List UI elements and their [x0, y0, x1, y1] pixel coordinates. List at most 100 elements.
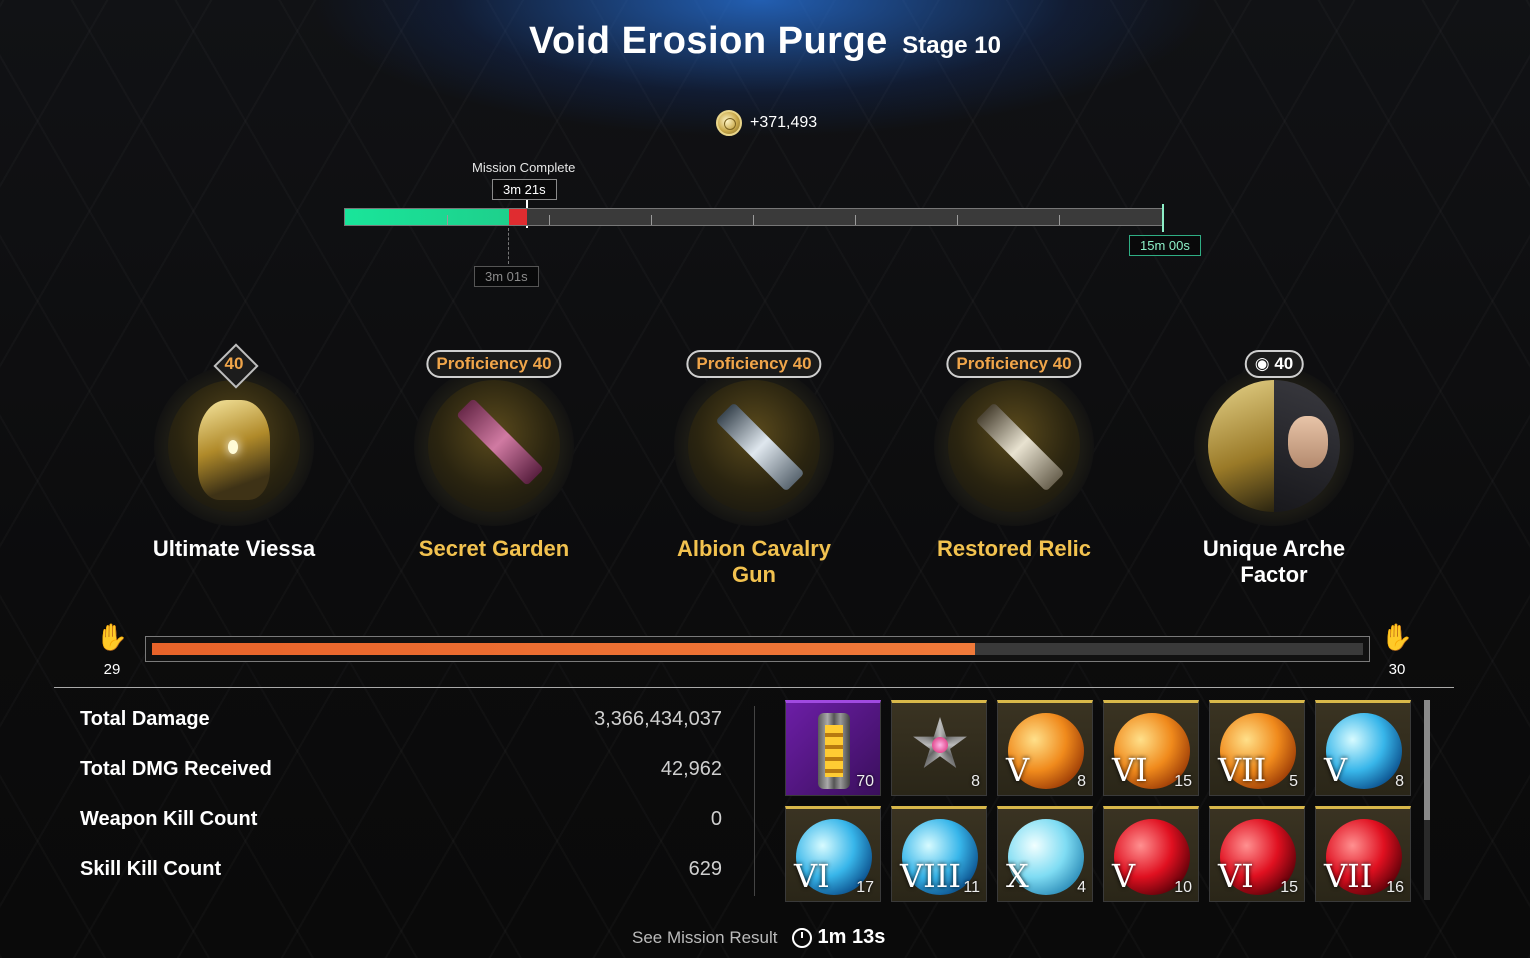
stat-row: Total DMG Received 42,962: [80, 758, 722, 781]
stat-value: 0: [710, 808, 722, 830]
reward-count: 15: [1280, 879, 1298, 896]
reward-count: 15: [1174, 773, 1192, 790]
helmet-eye: [228, 440, 238, 454]
descendant-portrait: 40: [154, 343, 314, 526]
arche-name: Unique Arche Factor: [1202, 536, 1346, 587]
reward-count: 8: [1395, 773, 1404, 790]
secret-garden-gun-icon: [456, 398, 544, 486]
reward-amount: +371,493: [750, 114, 818, 131]
reward-item[interactable]: VII 5: [1209, 700, 1305, 796]
tick: [651, 215, 652, 225]
mastery-track: [152, 643, 1363, 655]
mastery-hand-icon-next: ✋: [1380, 622, 1414, 652]
proficiency-badge: Proficiency 40: [426, 350, 562, 378]
reward-tier: VII: [1218, 751, 1267, 789]
stat-label: Total DMG Received: [80, 758, 272, 780]
mission-complete-label: Mission Complete: [472, 160, 576, 175]
arche-level-badge: ◉ 40: [1244, 350, 1304, 378]
loadout-arche-factor[interactable]: ◉ 40 Unique Arche Factor: [1184, 350, 1364, 588]
reward-tier: VI: [1218, 857, 1254, 895]
reward-tier: VI: [794, 857, 830, 895]
reward-tier: VI: [1112, 751, 1148, 789]
proficiency-badge: Proficiency 40: [686, 350, 822, 378]
tick: [549, 215, 550, 225]
reward-item[interactable]: VII 16: [1315, 806, 1411, 902]
arche-image: [1208, 380, 1340, 512]
weapon-image: [948, 380, 1080, 512]
time-progress-fill: [345, 209, 509, 225]
reward-tier: V: [1006, 751, 1030, 789]
reward-count: 8: [1077, 773, 1086, 790]
see-mission-result-button[interactable]: See Mission Result: [632, 928, 778, 948]
tick: [957, 215, 958, 225]
reward-tier: VII: [1324, 857, 1373, 895]
stat-label: Skill Kill Count: [80, 858, 222, 880]
stat-label: Weapon Kill Count: [80, 808, 258, 830]
reward-item[interactable]: V8: [1315, 700, 1411, 796]
loadout-descendant[interactable]: 40 Ultimate Viessa: [144, 343, 324, 562]
reward-item[interactable]: VI 17: [785, 806, 881, 902]
weapon-portrait: Proficiency 40: [414, 350, 574, 526]
descendant-image: [168, 380, 300, 512]
reward-item[interactable]: VI 15: [1209, 806, 1305, 902]
mastery-fill: [152, 643, 976, 655]
stat-value: 42,962: [660, 758, 722, 780]
weapon-image: [428, 380, 560, 512]
reward-tier: VIII: [900, 857, 962, 895]
weapon-image: [688, 380, 820, 512]
reward-scrollbar[interactable]: [1424, 700, 1430, 820]
descendant-level: 40: [224, 354, 244, 373]
loadout-weapon-1[interactable]: Proficiency 40 Secret Garden: [404, 350, 584, 562]
reward-count: 16: [1386, 879, 1404, 896]
title-row: Void Erosion Purge Stage 10: [0, 20, 1530, 63]
reward-item[interactable]: 8: [891, 700, 987, 796]
reward-count: 8: [971, 773, 980, 790]
tick: [753, 215, 754, 225]
gold-coin-icon: [716, 110, 742, 136]
reward-count: 11: [963, 879, 980, 896]
reward-count: 17: [856, 879, 874, 896]
weapon-name: Secret Garden: [418, 536, 570, 561]
limit-time: 15m 00s: [1129, 235, 1201, 256]
mastery-hand-icon: ✋: [95, 622, 129, 652]
reward-item[interactable]: V 10: [1103, 806, 1199, 902]
gold-reward: +371,493: [716, 110, 817, 136]
reward-item[interactable]: VIII 11: [891, 806, 987, 902]
mastery-bar: [145, 636, 1370, 662]
restored-relic-gun-icon: [975, 402, 1065, 492]
time-over-fill: [509, 209, 527, 225]
reward-grid: 70 8 V 8 VI 15 VII 5 V 8 VI 17 VIII 11 X 4 V 10 VI 15 VII 16: [785, 700, 1411, 902]
albion-cavalry-gun-icon: [715, 402, 805, 492]
stat-row: Total Damage 3,366,434,037: [80, 708, 722, 731]
reward-tier: V: [1112, 857, 1136, 895]
stopwatch-icon: [791, 927, 812, 948]
brain-icon: ◉: [1254, 354, 1270, 373]
mastery-next-level: 30: [1388, 661, 1406, 678]
tick: [1059, 215, 1060, 225]
section-divider: [54, 687, 1454, 688]
complete-time: 3m 21s: [492, 179, 557, 200]
reward-item[interactable]: 70: [785, 700, 881, 796]
reward-count: 5: [1289, 773, 1298, 790]
reward-tier: X: [1006, 857, 1029, 895]
loadout-weapon-2[interactable]: Proficiency 40 Albion Cavalry Gun: [664, 350, 844, 588]
timer-value: 1m 13s: [817, 926, 886, 948]
reward-tier: V: [1324, 751, 1348, 789]
proficiency-badge: Proficiency 40: [946, 350, 1082, 378]
weapon-portrait: Proficiency 40: [674, 350, 834, 526]
arche-left-half: [1208, 380, 1274, 512]
footer: See Mission Result 1m 13s: [632, 926, 885, 949]
stats-divider: [754, 706, 755, 896]
reward-item[interactable]: X4: [997, 806, 1093, 902]
arche-portrait: ◉ 40: [1194, 350, 1354, 526]
loadout-weapon-3[interactable]: Proficiency 40 Restored Relic: [924, 350, 1104, 562]
reward-count: 70: [856, 773, 874, 790]
arche-level: 40: [1274, 354, 1294, 373]
best-time-marker: [508, 228, 509, 264]
reward-item[interactable]: VI 15: [1103, 700, 1199, 796]
reward-item[interactable]: V8: [997, 700, 1093, 796]
canister-icon: [818, 713, 850, 789]
stat-value: 629: [688, 858, 722, 880]
star-core: [932, 737, 948, 753]
stat-row: Weapon Kill Count 0: [80, 808, 722, 831]
